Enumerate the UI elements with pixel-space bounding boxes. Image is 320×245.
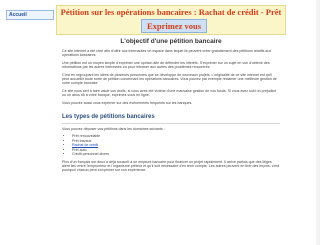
page-title: L'objectif d'une pétition bancaire (120, 38, 222, 45)
nav-home-link[interactable]: Accueil (6, 10, 54, 20)
main-content: L'objectif d'une pétition bancaire Ce si… (62, 38, 280, 173)
header-banner: Pétition sur les opérations bancaires : … (56, 5, 286, 35)
express-button[interactable]: Exprimez vous (141, 19, 207, 33)
section-title: Les types de pétitions bancaires (62, 113, 280, 125)
site-title: Pétition sur les opérations bancaires : … (60, 7, 282, 17)
intro-paragraph-2: Une pétition est un moyen simple d'expri… (62, 60, 270, 70)
intro-paragraph-4: Ce site vous sert à faire valoir vos dro… (62, 88, 277, 98)
scrollbar[interactable] (316, 0, 320, 245)
outro-paragraph: Plus d'un français sur deux a déjà sousc… (62, 159, 279, 173)
intro-paragraph-3: C'est en regroupant les idées de plusieu… (62, 72, 277, 86)
section-intro: Vous pouvez déposer vos pétitions dans l… (62, 127, 165, 132)
intro-paragraph-1: Ce site internet a été créé afin d'offri… (62, 49, 272, 58)
list-item: Crédit personnel divers (72, 152, 280, 156)
page: Accueil Pétition sur les opérations banc… (0, 0, 320, 245)
intro-paragraph-5: Vous pouvez aussi vous exprimer sur des … (62, 100, 193, 105)
petition-types-list: Prêt renouvelable Prêt travaux Rachat de… (72, 134, 280, 156)
